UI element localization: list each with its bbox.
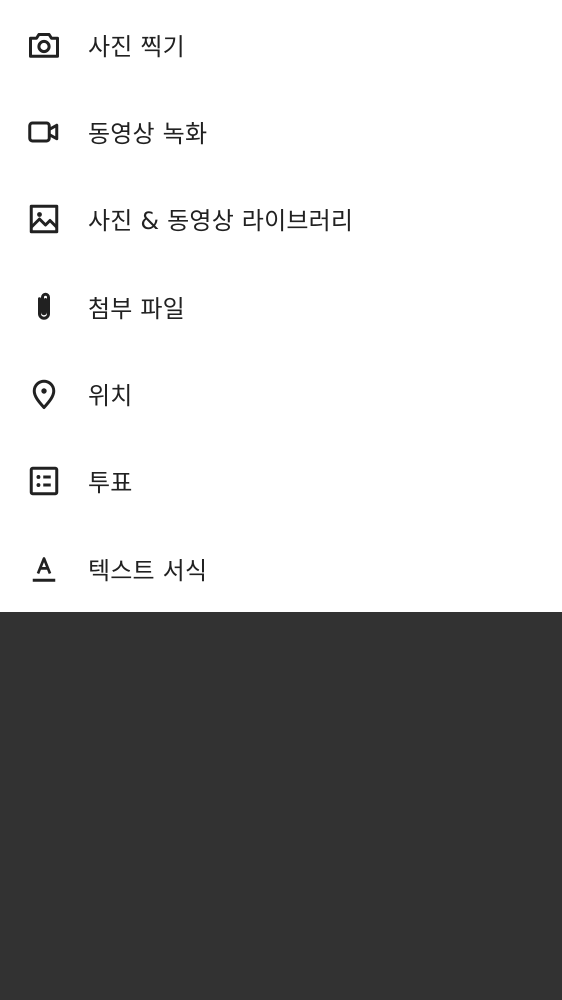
camera-icon: [26, 27, 62, 63]
background-dim-overlay[interactable]: [0, 612, 562, 1000]
menu-item-text-format[interactable]: 텍스트 서식: [0, 525, 562, 612]
menu-item-label: 사진 찍기: [88, 33, 185, 61]
poll-list-icon: [26, 463, 62, 499]
menu-item-label: 사진 & 동영상 라이브러리: [88, 207, 354, 235]
menu-item-poll[interactable]: 투표: [0, 437, 562, 524]
menu-item-label: 투표: [88, 469, 133, 497]
menu-item-take-photo[interactable]: 사진 찍기: [0, 1, 562, 88]
menu-item-label: 첨부 파일: [88, 295, 185, 323]
text-format-icon: [26, 551, 62, 587]
location-pin-icon: [26, 376, 62, 412]
attachment-menu-sheet: 사진 찍기 동영상 녹화 사진 & 동영상 라이브러리 첨부 파일 위치 투표 …: [0, 0, 562, 612]
menu-item-location[interactable]: 위치: [0, 350, 562, 437]
menu-item-label: 위치: [88, 382, 133, 410]
video-camera-icon: [26, 114, 62, 150]
menu-item-label: 동영상 녹화: [88, 120, 208, 148]
menu-item-attach-file[interactable]: 첨부 파일: [0, 263, 562, 350]
menu-item-photo-video-library[interactable]: 사진 & 동영상 라이브러리: [0, 175, 562, 262]
paperclip-icon: [26, 289, 62, 325]
menu-item-label: 텍스트 서식: [88, 557, 208, 585]
image-icon: [26, 201, 62, 237]
menu-item-record-video[interactable]: 동영상 녹화: [0, 88, 562, 175]
